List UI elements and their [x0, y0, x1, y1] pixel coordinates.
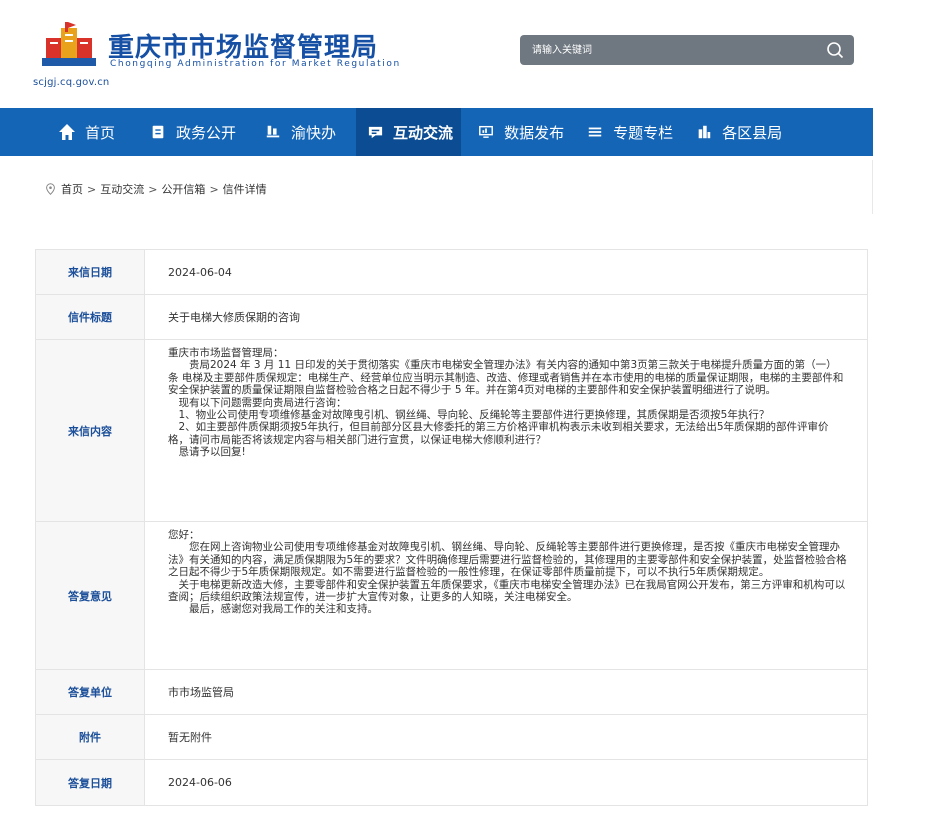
nav-item-service[interactable]: 渝快办 — [236, 108, 336, 156]
reply-paragraph: 关于电梯更新改造大修，主要零部件和安全保护装置五年质保要求，《重庆市电梯安全管理… — [168, 578, 846, 604]
content-paragraph: 现有以下问题需要向贵局进行咨询： — [178, 396, 347, 409]
nav-item-home[interactable]: 首页 — [0, 108, 115, 156]
letter-title-label: 信件标题 — [36, 295, 145, 339]
letter-date-row: 来信日期 2024-06-04 — [36, 250, 867, 295]
location-pin-icon — [46, 183, 55, 195]
reply-date-label: 答复日期 — [36, 760, 145, 805]
breadcrumb-separator: > — [148, 182, 158, 196]
search-icon[interactable] — [826, 41, 844, 59]
nav-label: 互动交流 — [393, 123, 454, 142]
divider — [872, 160, 873, 214]
breadcrumb-separator: > — [87, 182, 97, 196]
breadcrumb-mailbox[interactable]: 公开信箱 — [161, 181, 205, 197]
breadcrumb-home[interactable]: 首页 — [61, 181, 83, 197]
list-icon — [586, 123, 604, 141]
nav-item-government-affairs[interactable]: 政务公开 — [115, 108, 236, 156]
attachment-value: 暂无附件 — [168, 731, 212, 744]
letter-date-label: 来信日期 — [36, 250, 145, 294]
content-paragraph: 2、如主要部件质保期须按5年执行，但目前部分区县大修委托的第三方价格评审机构表示… — [168, 421, 829, 446]
nav-label: 渝快办 — [291, 123, 337, 142]
document-icon — [149, 123, 167, 141]
letter-detail-table: 来信日期 2024-06-04 信件标题 关于电梯大修质保期的咨询 来信内容 重… — [35, 249, 868, 806]
site-url: scjgj.cq.gov.cn — [33, 77, 110, 88]
attachment-row: 附件 暂无附件 — [36, 715, 867, 760]
letter-title-row: 信件标题 关于电梯大修质保期的咨询 — [36, 295, 867, 340]
reply-row: 答复意见 您好： 您在网上咨询物业公司使用专项维修基金对故障曳引机、钢丝绳、导向… — [36, 522, 867, 670]
search-input[interactable] — [532, 42, 802, 58]
building-icon — [695, 123, 713, 141]
reply-paragraph: 您好： — [168, 529, 200, 541]
site-subtitle: Chongqing Administration for Market Regu… — [110, 59, 401, 69]
nav-item-district-bureaus[interactable]: 各区县局 — [673, 108, 782, 156]
content-paragraph: 重庆市市场监督管理局： — [168, 347, 284, 359]
nav-label: 专题专栏 — [613, 123, 674, 142]
nav-label: 数据发布 — [504, 123, 565, 142]
main-nav: 首页 政务公开 渝快办 互动交流 数据发布 专题专栏 各区县局 — [0, 108, 873, 156]
reply-unit-row: 答复单位 市市场监管局 — [36, 670, 867, 715]
site-header: scjgj.cq.gov.cn 重庆市市场监督管理局 Chongqing Adm… — [0, 0, 926, 108]
letter-title-value: 关于电梯大修质保期的咨询 — [168, 311, 300, 324]
nav-item-data-release[interactable]: 数据发布 — [461, 108, 564, 156]
letter-date-value: 2024-06-04 — [168, 265, 232, 279]
reply-unit-value: 市市场监管局 — [168, 686, 234, 699]
reply-unit-label: 答复单位 — [36, 670, 145, 714]
monitor-icon — [477, 123, 495, 141]
reply-paragraph: 您在网上咨询物业公司使用专项维修基金对故障曳引机、钢丝绳、导向轮、反绳轮等主要部… — [168, 541, 847, 579]
chat-icon — [366, 123, 384, 141]
letter-content-label: 来信内容 — [36, 340, 145, 521]
search-box — [520, 35, 854, 65]
reply-label: 答复意见 — [36, 522, 145, 669]
attachment-label: 附件 — [36, 715, 145, 759]
breadcrumb-current: 信件详情 — [222, 183, 267, 196]
breadcrumb-separator: > — [209, 182, 219, 196]
nav-label: 首页 — [85, 123, 116, 142]
nav-label: 各区县局 — [722, 123, 783, 142]
emblem-logo-icon[interactable] — [40, 22, 98, 68]
breadcrumb: 首页 > 互动交流 > 公开信箱 > 信件详情 — [45, 181, 267, 197]
nav-item-interaction[interactable]: 互动交流 — [356, 108, 462, 156]
service-icon — [264, 123, 282, 141]
content-paragraph: 贵局2024 年 3 月 11 日印发的关于贯彻落实《重庆市电梯安全管理办法》有… — [168, 359, 844, 397]
content-paragraph: 1、物业公司使用专项维修基金对故障曳引机、钢丝绳、导向轮、反绳轮等主要部件进行更… — [178, 409, 770, 422]
reply-paragraph: 最后，感谢您对我局工作的关注和支持。 — [189, 603, 378, 616]
reply-value: 您好： 您在网上咨询物业公司使用专项维修基金对故障曳引机、钢丝绳、导向轮、反绳轮… — [145, 522, 867, 669]
home-icon — [58, 123, 76, 141]
content-paragraph: 恳请予以回复! — [178, 446, 246, 459]
breadcrumb-interaction[interactable]: 互动交流 — [100, 181, 144, 197]
reply-date-row: 答复日期 2024-06-06 — [36, 760, 867, 805]
nav-item-special-topics[interactable]: 专题专栏 — [564, 108, 673, 156]
letter-content-value: 重庆市市场监督管理局： 贵局2024 年 3 月 11 日印发的关于贯彻落实《重… — [145, 340, 867, 521]
reply-date-value: 2024-06-06 — [168, 776, 232, 789]
letter-content-row: 来信内容 重庆市市场监督管理局： 贵局2024 年 3 月 11 日印发的关于贯… — [36, 340, 867, 522]
nav-label: 政务公开 — [176, 123, 237, 142]
